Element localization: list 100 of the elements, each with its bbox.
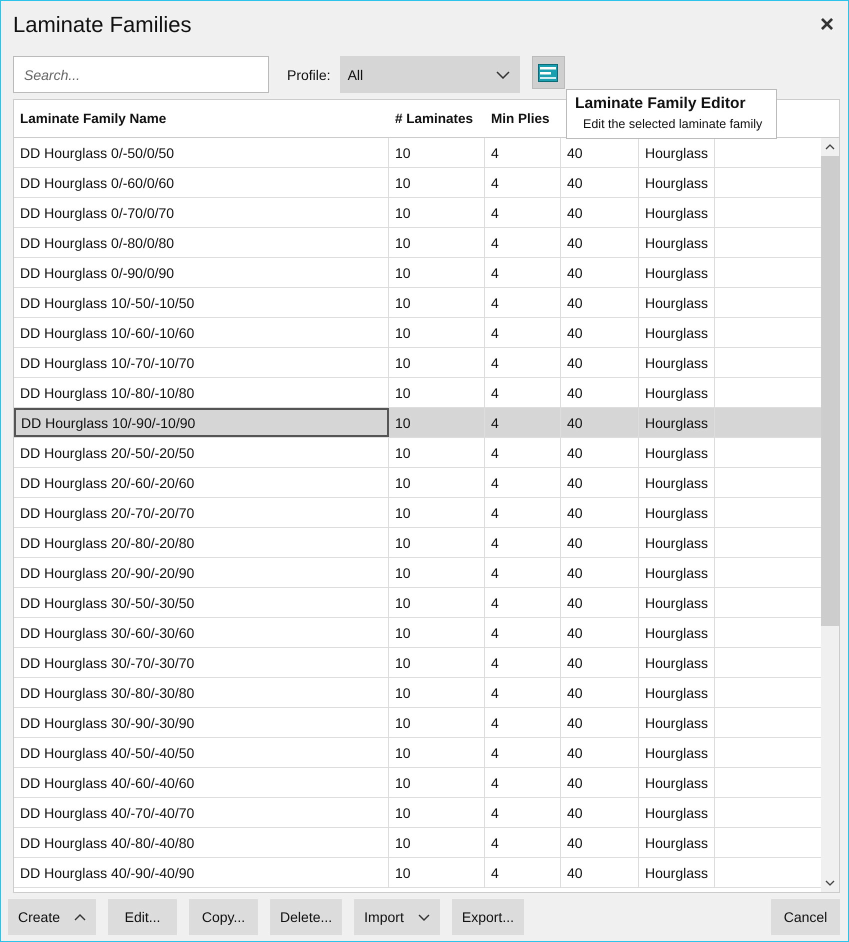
table-cell: 4 bbox=[485, 858, 561, 887]
table-cell: DD Hourglass 10/-90/-10/90 bbox=[14, 408, 389, 437]
table-cell: 10 bbox=[389, 678, 485, 707]
table-cell: 4 bbox=[485, 168, 561, 197]
table-cell: DD Hourglass 40/-70/-40/70 bbox=[14, 798, 389, 827]
table-cell: DD Hourglass 20/-50/-20/50 bbox=[14, 438, 389, 467]
table-cell: 10 bbox=[389, 288, 485, 317]
table-cell: 4 bbox=[485, 678, 561, 707]
table-cell: DD Hourglass 30/-90/-30/90 bbox=[14, 708, 389, 737]
table-cell: 40 bbox=[561, 288, 639, 317]
table-cell: 40 bbox=[561, 318, 639, 347]
close-button[interactable]: × bbox=[816, 11, 838, 39]
table-cell: DD Hourglass 30/-50/-30/50 bbox=[14, 588, 389, 617]
editor-button[interactable] bbox=[532, 56, 565, 89]
table-cell: 4 bbox=[485, 528, 561, 557]
scrollbar[interactable] bbox=[821, 138, 839, 892]
table-row[interactable]: DD Hourglass 40/-80/-40/80 10 4 40 Hourglass bbox=[14, 828, 821, 858]
table-cell: 4 bbox=[485, 318, 561, 347]
table-cell: 40 bbox=[561, 678, 639, 707]
chevron-down-icon bbox=[496, 70, 510, 78]
table-cell: DD Hourglass 40/-80/-40/80 bbox=[14, 828, 389, 857]
table-row[interactable]: DD Hourglass 10/-50/-10/50 10 4 40 Hourglass bbox=[14, 288, 821, 318]
table-row[interactable]: DD Hourglass 30/-50/-30/50 10 4 40 Hourglass bbox=[14, 588, 821, 618]
table-cell: 4 bbox=[485, 138, 561, 167]
table-cell: Hourglass bbox=[639, 498, 715, 527]
column-header[interactable]: Laminate Family Name bbox=[14, 100, 389, 137]
table-row[interactable]: DD Hourglass 10/-90/-10/90 10 4 40 Hourglass bbox=[14, 408, 821, 438]
table-cell: 40 bbox=[561, 408, 639, 437]
table-cell: 10 bbox=[389, 648, 485, 677]
table-cell: DD Hourglass 20/-70/-20/70 bbox=[14, 498, 389, 527]
table-row[interactable]: DD Hourglass 10/-60/-10/60 10 4 40 Hourglass bbox=[14, 318, 821, 348]
table-cell: DD Hourglass 0/-50/0/50 bbox=[14, 138, 389, 167]
table-cell: 4 bbox=[485, 378, 561, 407]
footer-button[interactable]: Edit... bbox=[108, 899, 178, 935]
table-cell: 10 bbox=[389, 528, 485, 557]
cancel-button[interactable]: Cancel bbox=[771, 899, 840, 935]
table-row[interactable]: DD Hourglass 30/-60/-30/60 10 4 40 Hourglass bbox=[14, 618, 821, 648]
table-row[interactable]: DD Hourglass 20/-80/-20/80 10 4 40 Hourglass bbox=[14, 528, 821, 558]
table-cell: DD Hourglass 20/-90/-20/90 bbox=[14, 558, 389, 587]
table-cell: Hourglass bbox=[639, 468, 715, 497]
table-cell: 40 bbox=[561, 858, 639, 887]
search-field[interactable]: Search... bbox=[13, 56, 269, 93]
table-cell: Hourglass bbox=[639, 768, 715, 797]
table-cell: DD Hourglass 0/-70/0/70 bbox=[14, 198, 389, 227]
table-row[interactable]: DD Hourglass 0/-70/0/70 10 4 40 Hourglass bbox=[14, 198, 821, 228]
column-header[interactable]: # Laminates bbox=[389, 100, 485, 137]
table-row[interactable]: DD Hourglass 40/-90/-40/90 10 4 40 Hourglass bbox=[14, 858, 821, 888]
table-cell: Hourglass bbox=[639, 618, 715, 647]
table-cell: 4 bbox=[485, 288, 561, 317]
table-cell: 40 bbox=[561, 258, 639, 287]
footer-button[interactable]: Delete... bbox=[270, 899, 342, 935]
table-cell: Hourglass bbox=[639, 438, 715, 467]
table-row[interactable]: DD Hourglass 40/-60/-40/60 10 4 40 Hourglass bbox=[14, 768, 821, 798]
table-row[interactable]: DD Hourglass 20/-50/-20/50 10 4 40 Hourglass bbox=[14, 438, 821, 468]
chevron-down-icon bbox=[418, 914, 430, 920]
table-cell: DD Hourglass 10/-50/-10/50 bbox=[14, 288, 389, 317]
table-cell: 4 bbox=[485, 588, 561, 617]
table-cell: DD Hourglass 30/-70/-30/70 bbox=[14, 648, 389, 677]
scroll-up-icon bbox=[825, 144, 835, 150]
table-cell: 4 bbox=[485, 648, 561, 677]
table-cell: DD Hourglass 0/-60/0/60 bbox=[14, 168, 389, 197]
table-row[interactable]: DD Hourglass 20/-60/-20/60 10 4 40 Hourglass bbox=[14, 468, 821, 498]
table-cell: 4 bbox=[485, 228, 561, 257]
footer-button[interactable]: Create bbox=[8, 899, 96, 935]
table-row[interactable]: DD Hourglass 30/-90/-30/90 10 4 40 Hourglass bbox=[14, 708, 821, 738]
scroll-thumb[interactable] bbox=[821, 156, 839, 626]
table-cell: Hourglass bbox=[639, 858, 715, 887]
table-cell: DD Hourglass 20/-80/-20/80 bbox=[14, 528, 389, 557]
table-cell: 40 bbox=[561, 558, 639, 587]
table-cell: 40 bbox=[561, 438, 639, 467]
profile-label: Profile: bbox=[287, 66, 331, 82]
table-row[interactable]: DD Hourglass 0/-60/0/60 10 4 40 Hourglass bbox=[14, 168, 821, 198]
table-cell: 40 bbox=[561, 828, 639, 857]
footer-button[interactable]: Export... bbox=[452, 899, 524, 935]
table-cell: 40 bbox=[561, 588, 639, 617]
table-cell: 10 bbox=[389, 588, 485, 617]
table-cell: 4 bbox=[485, 768, 561, 797]
table-cell: 40 bbox=[561, 468, 639, 497]
table-row[interactable]: DD Hourglass 40/-70/-40/70 10 4 40 Hourglass bbox=[14, 798, 821, 828]
scroll-down-icon bbox=[825, 880, 835, 886]
table-cell: Hourglass bbox=[639, 258, 715, 287]
table-cell: 10 bbox=[389, 318, 485, 347]
table-cell: 40 bbox=[561, 768, 639, 797]
panel-icon bbox=[538, 64, 558, 82]
table-row[interactable]: DD Hourglass 10/-70/-10/70 10 4 40 Hourglass bbox=[14, 348, 821, 378]
profile-dropdown[interactable]: All bbox=[340, 56, 520, 93]
table-row[interactable]: DD Hourglass 40/-50/-40/50 10 4 40 Hourglass bbox=[14, 738, 821, 768]
table-cell: DD Hourglass 40/-60/-40/60 bbox=[14, 768, 389, 797]
table-row[interactable]: DD Hourglass 20/-70/-20/70 10 4 40 Hourglass bbox=[14, 498, 821, 528]
table-row[interactable]: DD Hourglass 20/-90/-20/90 10 4 40 Hourglass bbox=[14, 558, 821, 588]
footer-button[interactable]: Copy... bbox=[189, 899, 258, 935]
table-row[interactable]: DD Hourglass 0/-90/0/90 10 4 40 Hourglass bbox=[14, 258, 821, 288]
footer-button[interactable]: Import bbox=[354, 899, 440, 935]
table-cell: Hourglass bbox=[639, 378, 715, 407]
table-row[interactable]: DD Hourglass 0/-80/0/80 10 4 40 Hourglass bbox=[14, 228, 821, 258]
table-row[interactable]: DD Hourglass 30/-70/-30/70 10 4 40 Hourglass bbox=[14, 648, 821, 678]
table-cell: Hourglass bbox=[639, 318, 715, 347]
table-row[interactable]: DD Hourglass 30/-80/-30/80 10 4 40 Hourglass bbox=[14, 678, 821, 708]
table-cell: 40 bbox=[561, 648, 639, 677]
table-cell: Hourglass bbox=[639, 678, 715, 707]
